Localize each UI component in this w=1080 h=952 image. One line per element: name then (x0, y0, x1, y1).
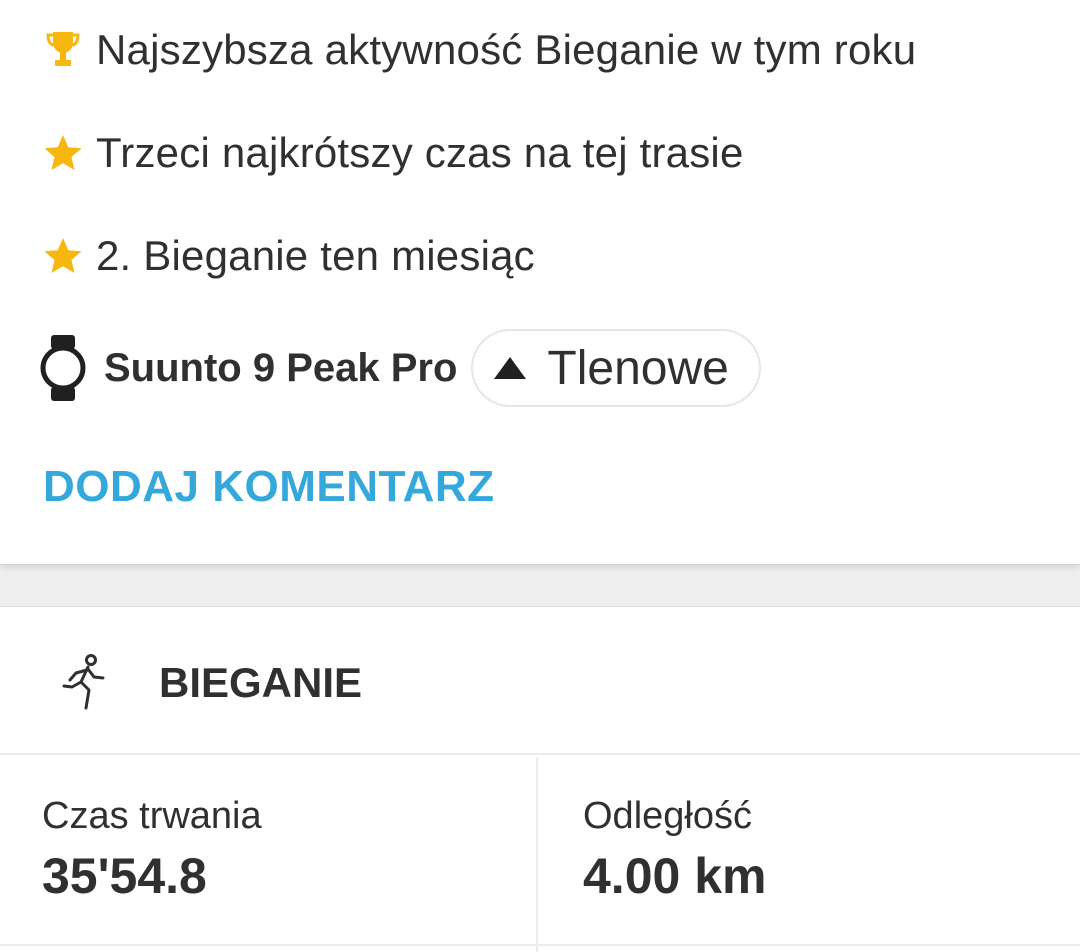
activity-summary-card: Najszybsza aktywność Bieganie w tym roku… (0, 0, 1080, 565)
activity-type-title: BIEGANIE (159, 659, 363, 706)
stat-label: Odległość (583, 795, 752, 837)
stat-label: Czas trwania (42, 795, 262, 837)
stat-value: 35'54.8 (42, 848, 207, 904)
training-effect-label: Tlenowe (547, 341, 729, 395)
watch-icon (38, 333, 88, 403)
stat-distance[interactable]: Odległość 4.00 km (540, 757, 1080, 952)
stat-duration[interactable]: Czas trwania 35'54.8 (0, 757, 538, 952)
running-icon (58, 654, 110, 712)
add-comment-button[interactable]: DODAJ KOMENTARZ (43, 462, 495, 512)
device-row: Suunto 9 Peak Pro Tlenowe (38, 329, 761, 407)
stats-grid: Czas trwania 35'54.8 Odległość 4.00 km (0, 757, 1080, 952)
achievement-fastest-year: Najszybsza aktywność Bieganie w tym roku (42, 20, 916, 80)
star-icon (42, 132, 84, 174)
triangle-up-icon (493, 353, 527, 383)
achievement-text: Najszybsza aktywność Bieganie w tym roku (96, 26, 917, 73)
achievement-third-shortest: Trzeci najkrótszy czas na tej trasie (42, 123, 744, 183)
star-icon (42, 235, 84, 277)
trophy-icon (42, 29, 84, 71)
stat-value: 4.00 km (583, 848, 767, 904)
achievement-month-rank: 2. Bieganie ten miesiąc (42, 226, 535, 286)
section-separator (0, 565, 1080, 607)
device-name: Suunto 9 Peak Pro (104, 345, 458, 390)
activity-type-header: BIEGANIE (0, 607, 1080, 755)
stats-divider (0, 944, 1080, 952)
training-effect-chip[interactable]: Tlenowe (471, 329, 761, 407)
achievement-text: 2. Bieganie ten miesiąc (96, 232, 535, 279)
achievement-text: Trzeci najkrótszy czas na tej trasie (96, 129, 744, 176)
